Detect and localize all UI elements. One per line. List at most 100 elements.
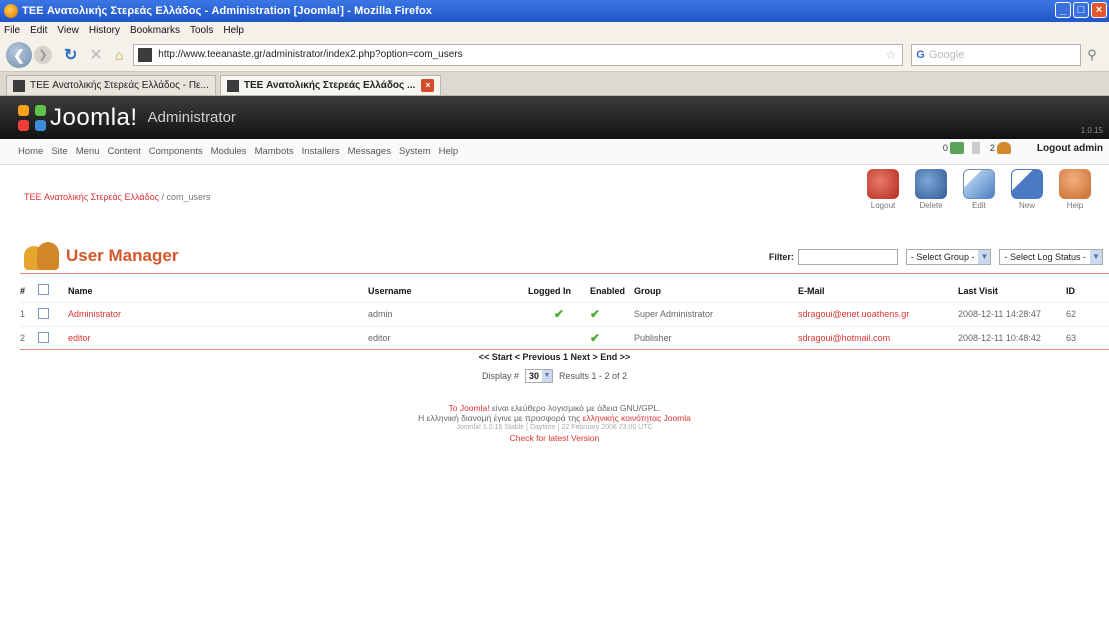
- joomla-logo-text: Joomla!: [50, 103, 138, 131]
- enabled-cell: ✔: [590, 301, 634, 326]
- breadcrumb: TEE Ανατολικής Στερεάς Ελλάδος / com_use…: [24, 192, 211, 202]
- stop-icon[interactable]: ✕: [89, 45, 102, 65]
- joomla-header: Joomla! Administrator 1.0.15: [0, 96, 1109, 139]
- footer-line-2: Η ελληνική διανομή έγινε με προσφορά της…: [0, 413, 1109, 423]
- display-label: Display #: [481, 371, 519, 381]
- menu-view[interactable]: View: [57, 25, 79, 36]
- logout-link[interactable]: Logout admin: [1037, 143, 1103, 154]
- window-title: TEE Ανατολικής Στερεάς Ελλάδος - Adminis…: [22, 5, 433, 17]
- users-online-icon[interactable]: [996, 142, 1011, 154]
- col-username[interactable]: Username: [368, 280, 528, 302]
- community-link[interactable]: ελληνικής κοινότητας Joomla: [583, 413, 691, 423]
- filter-input[interactable]: [797, 249, 898, 265]
- back-button[interactable]: ❮: [6, 41, 32, 68]
- address-url: http://www.teeanaste.gr/administrator/in…: [158, 49, 463, 60]
- admin-menu-home[interactable]: Home: [18, 146, 43, 157]
- admin-menu-messages[interactable]: Messages: [348, 146, 391, 157]
- admin-menu-modules[interactable]: Modules: [211, 146, 247, 157]
- check-icon[interactable]: ✔: [590, 331, 600, 345]
- chevron-down-icon: ▼: [541, 370, 552, 382]
- col-email[interactable]: E-Mail: [798, 280, 958, 302]
- col-last-visit[interactable]: Last Visit: [958, 280, 1066, 302]
- display-controls: Display # 30 ▼ Results 1 - 2 of 2: [0, 369, 1109, 383]
- select-group-dropdown[interactable]: - Select Group - ▼: [905, 249, 992, 265]
- admin-menu-system[interactable]: System: [399, 146, 431, 157]
- help-button-label: Help: [1066, 201, 1084, 210]
- admin-menu-menu[interactable]: Menu: [76, 146, 100, 157]
- joomla-logo-subtitle: Administrator: [147, 109, 236, 126]
- tab-close-icon[interactable]: ×: [421, 79, 435, 92]
- search-go-icon[interactable]: ⚲: [1087, 47, 1097, 63]
- select-all-checkbox[interactable]: [38, 284, 49, 296]
- select-log-status-dropdown[interactable]: - Select Log Status - ▼: [999, 249, 1103, 265]
- minimize-icon[interactable]: _: [1055, 2, 1071, 18]
- messages-icon[interactable]: [949, 142, 964, 154]
- site-favicon-icon: [138, 47, 153, 62]
- address-bar[interactable]: http://www.teeanaste.gr/administrator/in…: [133, 43, 904, 66]
- admin-menu-help[interactable]: Help: [439, 146, 459, 157]
- menu-history[interactable]: History: [89, 25, 120, 36]
- footer-license: είναι ελεύθερο λογισμικό με άδεια GNU/GP…: [489, 403, 661, 413]
- close-icon[interactable]: ×: [1091, 2, 1107, 18]
- user-email-link[interactable]: sdragoui@enet.uoathens.gr: [798, 301, 958, 326]
- menu-edit[interactable]: Edit: [30, 25, 47, 36]
- logout-button[interactable]: Logout: [859, 169, 907, 210]
- tab-favicon-icon: [13, 79, 25, 92]
- page-footer: To Joomla! είναι ελεύθερο λογισμικό με ά…: [0, 403, 1109, 443]
- pagination[interactable]: << Start < Previous 1 Next > End >>: [0, 352, 1109, 362]
- help-button[interactable]: Help: [1051, 169, 1099, 210]
- menu-bookmarks[interactable]: Bookmarks: [130, 25, 180, 36]
- home-icon[interactable]: ⌂: [115, 47, 123, 63]
- row-checkbox[interactable]: [38, 307, 49, 319]
- col-enabled[interactable]: Enabled: [590, 280, 634, 302]
- menu-tools[interactable]: Tools: [190, 25, 213, 36]
- maximize-icon[interactable]: □: [1073, 2, 1089, 18]
- breadcrumb-site-link[interactable]: TEE Ανατολικής Στερεάς Ελλάδος: [24, 192, 159, 202]
- row-checkbox[interactable]: [38, 331, 49, 343]
- reload-icon[interactable]: ↻: [64, 45, 77, 65]
- edit-button[interactable]: Edit: [955, 169, 1003, 210]
- user-name-link[interactable]: Administrator: [68, 301, 368, 326]
- search-box[interactable]: G Google: [911, 43, 1082, 66]
- page-header: User Manager: [24, 242, 178, 270]
- browser-tab-1[interactable]: TEE Ανατολικής Στερεάς Ελλάδος - Πε...: [6, 75, 216, 95]
- menu-help[interactable]: Help: [223, 25, 244, 36]
- user-id: 62: [1066, 301, 1109, 326]
- user-username: editor: [368, 325, 528, 350]
- bookmark-star-icon[interactable]: ☆: [886, 48, 897, 62]
- col-group[interactable]: Group: [634, 280, 798, 302]
- user-last-visit: 2008-12-11 14:28:47: [958, 301, 1066, 326]
- tab-strip: TEE Ανατολικής Στερεάς Ελλάδος - Πε... T…: [0, 72, 1109, 96]
- filter-label: Filter:: [768, 252, 794, 262]
- delete-button[interactable]: Delete: [907, 169, 955, 210]
- logout-icon: [867, 169, 899, 199]
- check-icon[interactable]: ✔: [590, 307, 600, 321]
- table-row: 1 Administrator admin ✔ ✔ Super Administ…: [20, 301, 1109, 326]
- forward-button[interactable]: ❯: [34, 45, 52, 64]
- users-table: # Name Username Logged In Enabled Group …: [20, 280, 1109, 350]
- window-titlebar: TEE Ανατολικής Στερεάς Ελλάδος - Adminis…: [0, 0, 1109, 22]
- row-number: 2: [20, 325, 38, 350]
- col-logged-in[interactable]: Logged In: [528, 280, 590, 302]
- col-name[interactable]: Name: [68, 280, 368, 302]
- check-version-link[interactable]: Check for latest Version: [0, 433, 1109, 443]
- menu-file[interactable]: File: [4, 25, 20, 36]
- delete-button-label: Delete: [919, 201, 943, 210]
- new-button[interactable]: New: [1003, 169, 1051, 210]
- admin-menu-mambots[interactable]: Mambots: [255, 146, 294, 157]
- browser-tab-2[interactable]: TEE Ανατολικής Στερεάς Ελλάδος ... ×: [219, 75, 442, 95]
- admin-menu-site[interactable]: Site: [51, 146, 67, 157]
- display-limit-dropdown[interactable]: 30 ▼: [524, 369, 553, 383]
- joomla-link[interactable]: To Joomla!: [448, 403, 489, 413]
- user-manager-icon: [24, 242, 60, 270]
- admin-menu-components[interactable]: Components: [149, 146, 203, 157]
- user-email-link[interactable]: sdragoui@hotmail.com: [798, 325, 958, 350]
- admin-menu-content[interactable]: Content: [107, 146, 140, 157]
- user-id: 63: [1066, 325, 1109, 350]
- pagination-links[interactable]: << Start < Previous 1 Next > End >>: [479, 352, 631, 362]
- user-group: Publisher: [634, 325, 798, 350]
- user-name-link[interactable]: editor: [68, 325, 368, 350]
- admin-menu-installers[interactable]: Installers: [302, 146, 340, 157]
- browser-navbar: ❮ ❯ ↻ ✕ ⌂ http://www.teeanaste.gr/admini…: [0, 38, 1109, 72]
- col-id[interactable]: ID: [1066, 280, 1109, 302]
